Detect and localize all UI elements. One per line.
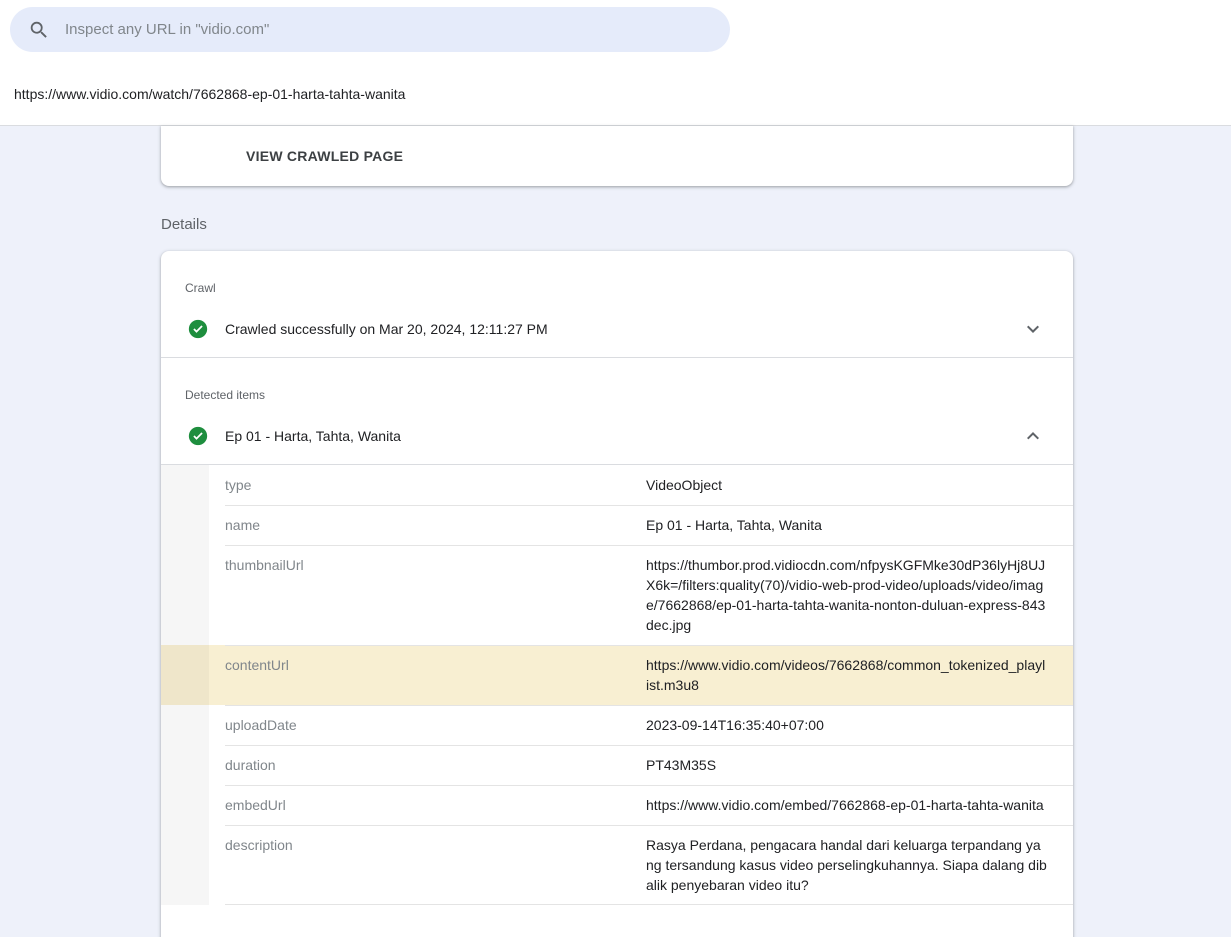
- property-value: Rasya Perdana, pengacara handal dari kel…: [646, 835, 1047, 895]
- property-key: embedUrl: [225, 795, 646, 815]
- property-value: 2023-09-14T16:35:40+07:00: [646, 715, 1047, 735]
- property-key: type: [225, 475, 646, 495]
- success-check-icon: [188, 426, 208, 446]
- detected-items-section-label: Detected items: [161, 358, 1073, 402]
- search-icon: [28, 19, 50, 41]
- chevron-down-icon[interactable]: [1021, 317, 1045, 341]
- property-value: https://www.vidio.com/embed/7662868-ep-0…: [646, 795, 1047, 815]
- header: https://www.vidio.com/watch/7662868-ep-0…: [0, 0, 1231, 126]
- search-row: [0, 0, 1231, 63]
- crawl-section: Crawl Crawled successfully on Mar 20, 20…: [161, 251, 1073, 357]
- property-key: thumbnailUrl: [225, 555, 646, 635]
- property-value: Ep 01 - Harta, Tahta, Wanita: [646, 515, 1047, 535]
- detected-item-title: Ep 01 - Harta, Tahta, Wanita: [225, 428, 1021, 444]
- detected-item-row[interactable]: Ep 01 - Harta, Tahta, Wanita: [161, 402, 1073, 464]
- detected-items-section: Detected items Ep 01 - Harta, Tahta, Wan…: [161, 358, 1073, 464]
- property-value: PT43M35S: [646, 755, 1047, 775]
- property-row: embedUrl https://www.vidio.com/embed/766…: [161, 785, 1073, 825]
- property-key: duration: [225, 755, 646, 775]
- content-area: VIEW CRAWLED PAGE Details Crawl Crawled …: [0, 126, 1231, 937]
- property-row: uploadDate 2023-09-14T16:35:40+07:00: [161, 705, 1073, 745]
- chevron-up-icon[interactable]: [1021, 424, 1045, 448]
- property-key: uploadDate: [225, 715, 646, 735]
- url-row: https://www.vidio.com/watch/7662868-ep-0…: [0, 63, 1231, 125]
- inspected-url: https://www.vidio.com/watch/7662868-ep-0…: [14, 86, 405, 102]
- property-row: description Rasya Perdana, pengacara han…: [161, 825, 1073, 905]
- property-key: description: [225, 835, 646, 895]
- search-input[interactable]: [65, 21, 712, 38]
- property-key: name: [225, 515, 646, 535]
- properties-table: type VideoObject name Ep 01 - Harta, Tah…: [161, 464, 1073, 905]
- url-inspection-search-bar[interactable]: [10, 7, 730, 52]
- property-value: https://www.vidio.com/videos/7662868/com…: [646, 655, 1047, 695]
- details-heading: Details: [161, 216, 1231, 233]
- property-value: VideoObject: [646, 475, 1047, 495]
- property-row: duration PT43M35S: [161, 745, 1073, 785]
- crawl-status-text: Crawled successfully on Mar 20, 2024, 12…: [225, 321, 1021, 337]
- property-row: name Ep 01 - Harta, Tahta, Wanita: [161, 505, 1073, 545]
- crawl-section-label: Crawl: [161, 251, 1073, 295]
- property-row: type VideoObject: [161, 465, 1073, 505]
- property-row: thumbnailUrl https://thumbor.prod.vidioc…: [161, 545, 1073, 645]
- crawl-status-row[interactable]: Crawled successfully on Mar 20, 2024, 12…: [161, 295, 1073, 357]
- success-check-icon: [188, 319, 208, 339]
- inspection-result-card: VIEW CRAWLED PAGE: [161, 126, 1073, 186]
- details-card: Crawl Crawled successfully on Mar 20, 20…: [161, 251, 1073, 937]
- property-row: contentUrl https://www.vidio.com/videos/…: [161, 645, 1073, 705]
- view-crawled-page-button[interactable]: VIEW CRAWLED PAGE: [238, 140, 411, 172]
- property-value: https://thumbor.prod.vidiocdn.com/nfpysK…: [646, 555, 1047, 635]
- property-key: contentUrl: [225, 655, 646, 695]
